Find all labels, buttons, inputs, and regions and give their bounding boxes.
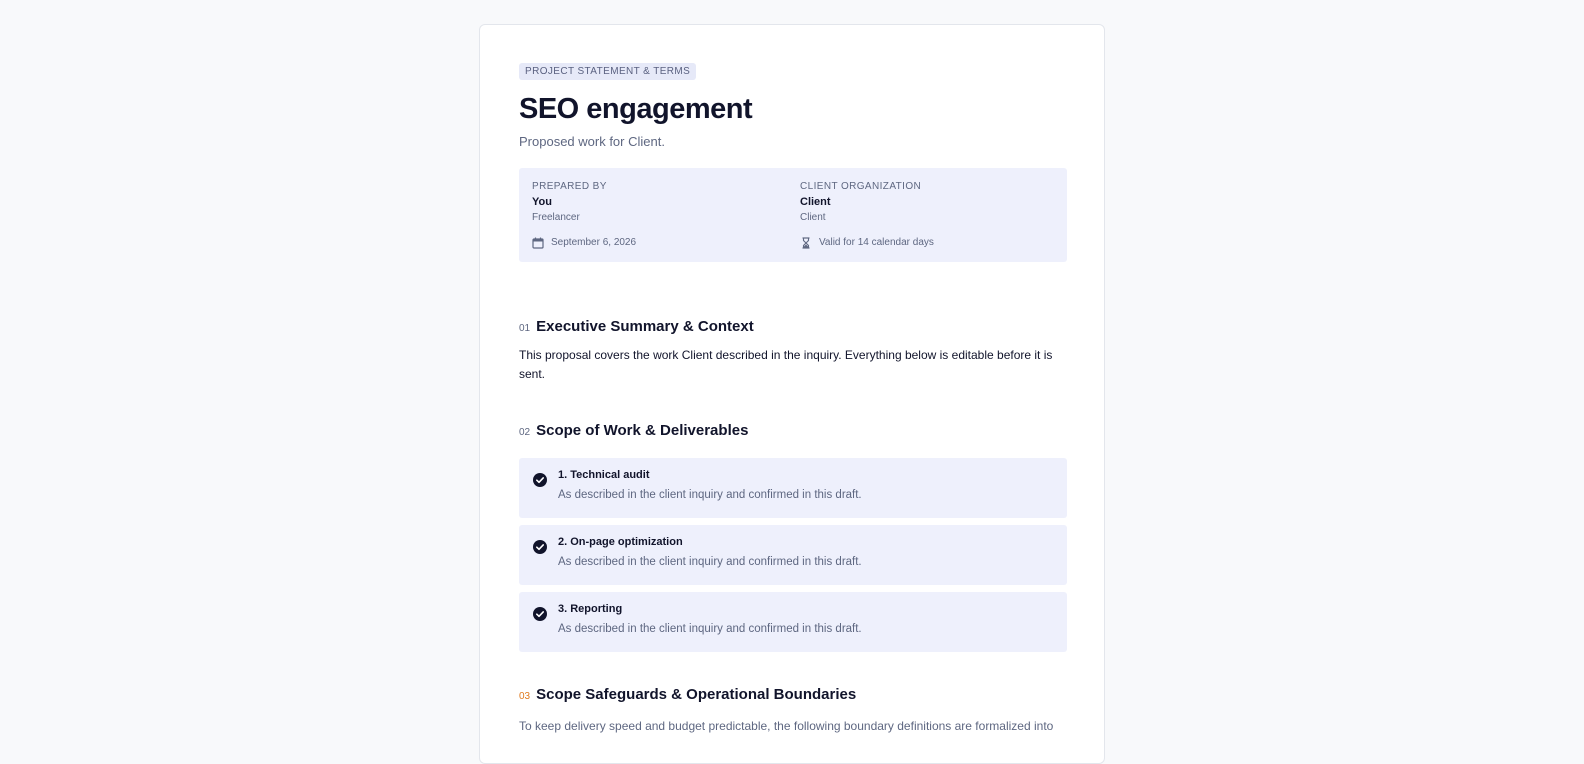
section-heading: 02 Scope of Work & Deliverables [519,422,748,439]
date-row: September 6, 2026 [532,237,636,249]
prepared-by-label: PREPARED BY [532,181,607,192]
deliverable-title: 1. Technical audit [558,469,650,481]
deliverable-description: As described in the client inquiry and c… [558,623,862,635]
deliverable-title: 2. On-page optimization [558,536,683,548]
check-circle-icon [533,540,547,559]
calendar-icon [532,237,544,249]
deliverable-description: As described in the client inquiry and c… [558,556,862,568]
section-number: 02 [519,427,531,438]
deliverable-title: 3. Reporting [558,603,623,615]
validity-row: Valid for 14 calendar days [800,237,934,249]
prepared-by-block: PREPARED BY You Freelancer September 6, … [532,181,636,249]
deliverable-description: As described in the client inquiry and c… [558,489,862,501]
prepared-by-role: Freelancer [532,212,580,223]
section-heading: 01 Executive Summary & Context [519,318,754,335]
document-subtitle: Proposed work for Client. [519,134,665,149]
prepared-by-name: You [532,196,552,208]
proposal-date: September 6, 2026 [551,237,637,248]
client-block: CLIENT ORGANIZATION Client Client Valid … [800,181,934,249]
check-circle-icon [533,473,547,492]
scope-safeguards-text: To keep delivery speed and budget predic… [519,719,1054,733]
deliverable-item: 1. Technical audit As described in the c… [519,458,1067,518]
section-title: Scope of Work & Deliverables [536,422,749,439]
document-type-tag: PROJECT STATEMENT & TERMS [519,63,697,80]
section-heading: 03 Scope Safeguards & Operational Bounda… [519,686,856,703]
section-number: 01 [519,323,531,334]
deliverable-item: 3. Reporting As described in the client … [519,592,1067,652]
client-role: Client [800,212,826,223]
section-title: Executive Summary & Context [536,318,754,335]
executive-summary-text: This proposal covers the work Client des… [519,348,1053,381]
client-name: Client [800,196,831,208]
client-label: CLIENT ORGANIZATION [800,181,922,192]
document-card: PROJECT STATEMENT & TERMS SEO engagement… [479,24,1105,764]
meta-panel: PREPARED BY You Freelancer September 6, … [519,168,1067,262]
deliverable-item: 2. On-page optimization As described in … [519,525,1067,585]
section-title: Scope Safeguards & Operational Boundarie… [536,686,857,703]
hourglass-icon [800,237,812,249]
section-number: 03 [519,691,531,702]
validity-text: Valid for 14 calendar days [819,237,934,248]
document-title: SEO engagement [519,93,753,125]
check-circle-icon [533,607,547,626]
